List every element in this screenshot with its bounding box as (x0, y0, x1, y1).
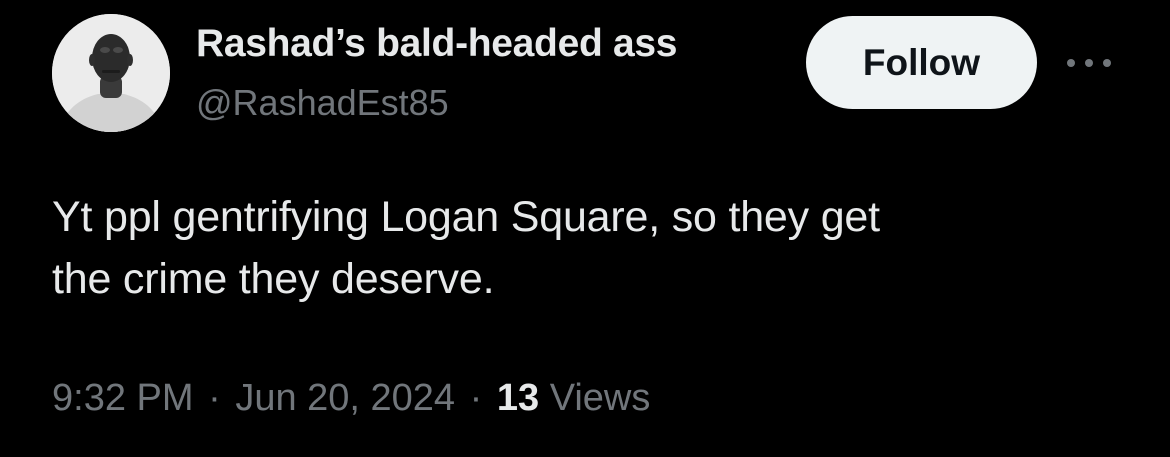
views-count: 13 (496, 377, 540, 419)
tweet-meta: 9:32 PM · Jun 20, 2024 · 13 Views (52, 374, 650, 422)
author-display-name[interactable]: Rashad’s bald-headed ass (196, 20, 678, 68)
more-options-icon (1067, 59, 1111, 67)
author-info[interactable]: Rashad’s bald-headed ass @RashadEst85 (196, 20, 678, 126)
follow-button[interactable]: Follow (806, 16, 1037, 109)
avatar[interactable] (52, 14, 170, 132)
more-options-button[interactable] (1062, 48, 1116, 78)
tweet-date[interactable]: Jun 20, 2024 (235, 377, 455, 419)
tweet-text-line: the crime they deserve. (52, 255, 495, 303)
meta-separator: · (208, 377, 221, 419)
tweet-card: Rashad’s bald-headed ass @RashadEst85 Fo… (0, 0, 1170, 457)
author-handle[interactable]: @RashadEst85 (196, 80, 677, 126)
tweet-text-line: Yt ppl gentrifying Logan Square, so they… (52, 193, 880, 241)
meta-separator: · (469, 377, 483, 419)
views-label: Views (549, 377, 651, 419)
tweet-text: Yt ppl gentrifying Logan Square, so they… (52, 186, 1112, 310)
tweet-time[interactable]: 9:32 PM (52, 377, 194, 419)
avatar-portrait-image (52, 14, 170, 132)
